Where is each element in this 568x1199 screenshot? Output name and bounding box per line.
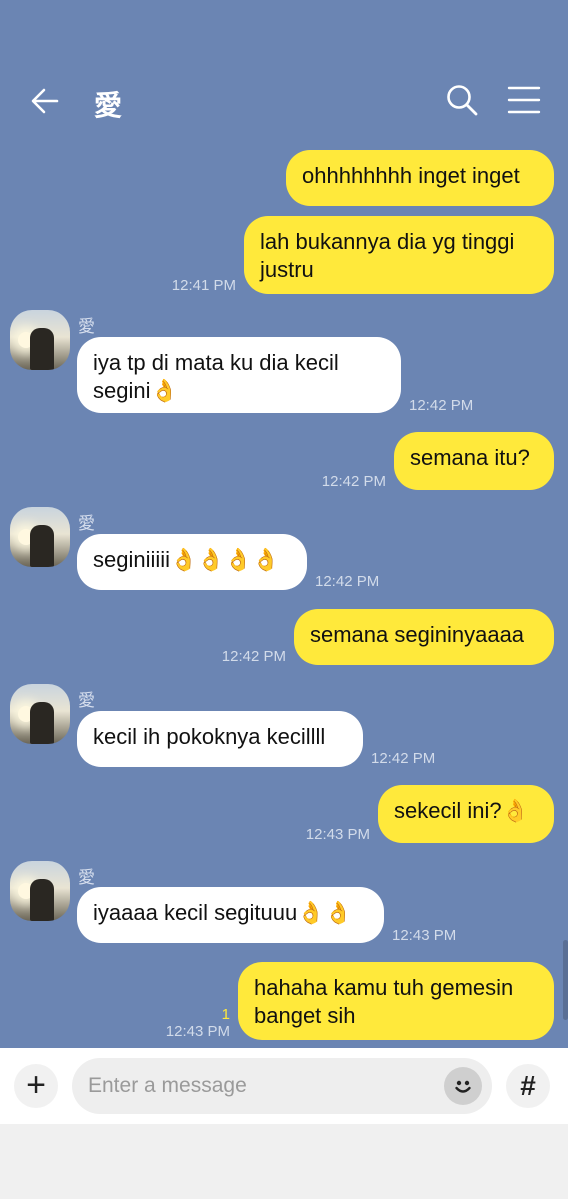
- message-time: 12:42 PM: [371, 750, 436, 767]
- outgoing-bubble[interactable]: sekecil ini?👌: [378, 785, 554, 843]
- hamburger-menu-icon: [507, 86, 541, 114]
- sender-name: 愛: [78, 317, 95, 337]
- message-time: 12:43 PM: [165, 1023, 230, 1040]
- avatar[interactable]: [10, 684, 70, 744]
- search-button[interactable]: [444, 82, 480, 118]
- incoming-bubble[interactable]: iya tp di mata ku dia kecil segini👌: [77, 337, 401, 413]
- back-button[interactable]: [26, 82, 64, 120]
- message-meta: 1 12:43 PM: [166, 1006, 230, 1040]
- sender-name: 愛: [78, 691, 95, 711]
- message-row: ohhhhhhhh inget inget: [286, 150, 554, 206]
- incoming-bubble[interactable]: seginiiiii👌👌👌👌: [77, 534, 307, 590]
- incoming-bubble[interactable]: iyaaaa kecil segituuu👌👌: [77, 887, 384, 943]
- search-icon: [447, 85, 478, 116]
- message-time: 12:41 PM: [171, 277, 236, 294]
- outgoing-bubble[interactable]: semana segininyaaaa: [294, 609, 554, 665]
- message-row: 12:42 PM semana itu?: [322, 432, 554, 490]
- read-count: 1: [221, 1006, 230, 1023]
- chat-area[interactable]: 愛 ohhhhhhhh inget inget 12:41 PM lah buk…: [0, 0, 568, 1048]
- message-row: 1 12:43 PM hahaha kamu tuh gemesin bange…: [166, 962, 554, 1040]
- scrollbar[interactable]: [563, 940, 568, 1020]
- avatar[interactable]: [10, 310, 70, 370]
- message-time: 12:43 PM: [305, 826, 370, 843]
- message-row: 12:42 PM semana segininyaaaa: [222, 609, 554, 665]
- add-attachment-button[interactable]: +: [14, 1064, 58, 1108]
- chat-title: 愛: [94, 89, 123, 122]
- outgoing-bubble[interactable]: hahaha kamu tuh gemesin banget sih: [238, 962, 554, 1040]
- avatar[interactable]: [10, 507, 70, 567]
- incoming-bubble[interactable]: kecil ih pokoknya kecillll: [77, 711, 363, 767]
- outgoing-bubble[interactable]: ohhhhhhhh inget inget: [286, 150, 554, 206]
- bottom-panel: [0, 1124, 568, 1199]
- message-time: 12:42 PM: [409, 397, 474, 414]
- message-input-bar: + #: [0, 1048, 568, 1124]
- sender-name: 愛: [78, 868, 95, 888]
- message-input[interactable]: [72, 1058, 492, 1114]
- message-row: 12:41 PM lah bukannya dia yg tinggi just…: [172, 216, 554, 294]
- sender-name: 愛: [78, 514, 95, 534]
- hashtag-button[interactable]: #: [506, 1064, 550, 1108]
- message-time: 12:42 PM: [315, 573, 380, 590]
- message-time: 12:42 PM: [221, 648, 286, 665]
- arrow-left-icon: [31, 88, 59, 114]
- outgoing-bubble[interactable]: semana itu?: [394, 432, 554, 490]
- message-row: 12:43 PM sekecil ini?👌: [306, 785, 554, 843]
- message-time: 12:43 PM: [392, 927, 457, 944]
- chat-header: 愛: [0, 60, 568, 144]
- message-time: 12:42 PM: [321, 473, 386, 490]
- menu-button[interactable]: [506, 84, 542, 116]
- emoji-button[interactable]: [444, 1067, 482, 1105]
- outgoing-bubble[interactable]: lah bukannya dia yg tinggi justru: [244, 216, 554, 294]
- smiley-icon: [455, 1080, 471, 1093]
- avatar[interactable]: [10, 861, 70, 921]
